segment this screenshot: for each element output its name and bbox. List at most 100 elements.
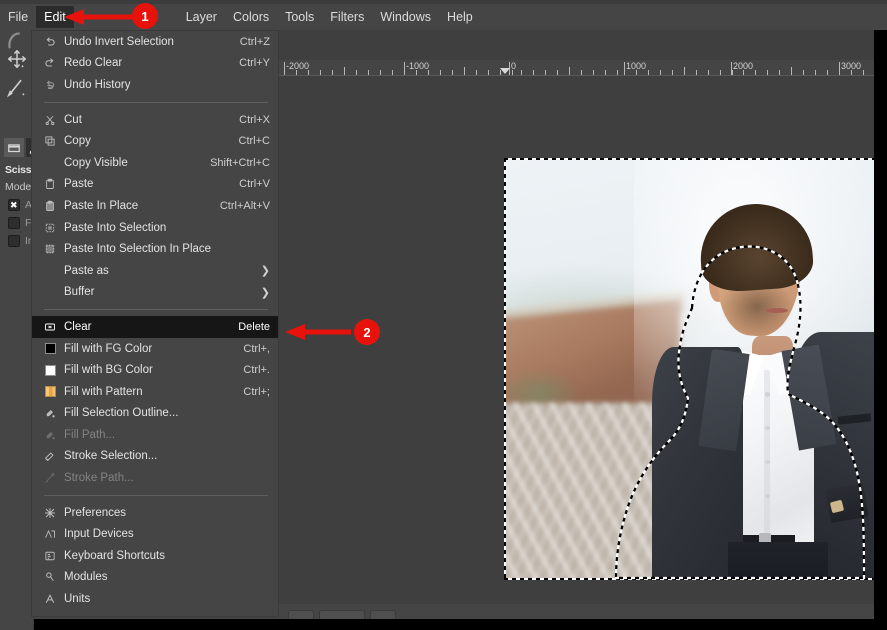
ruler-tick-major	[404, 62, 405, 75]
move-tool-icon[interactable]	[6, 48, 28, 70]
menu-item-paste-into-selection-in-place[interactable]: Paste Into Selection In Place	[32, 238, 278, 260]
menu-item-stroke-selection[interactable]: Stroke Selection...	[32, 446, 278, 468]
ruler-label: -2000	[286, 61, 310, 71]
units-icon	[40, 593, 60, 605]
toolbox: Sciss Mode A Fe In	[0, 30, 46, 630]
paste-icon	[40, 178, 60, 190]
ruler-tick-minor	[581, 70, 582, 75]
ruler-tick-minor	[392, 70, 393, 75]
paintbrush-tool-icon[interactable]	[6, 76, 28, 98]
stroke-path-icon	[40, 472, 60, 484]
menu-item-clear[interactable]: Clear Delete	[32, 316, 278, 338]
menu-item-copy-visible[interactable]: Copy Visible Shift+Ctrl+C	[32, 152, 278, 174]
menu-item-buffer[interactable]: Buffer ❯	[32, 282, 278, 304]
ruler-tick-minor	[356, 70, 357, 75]
scissors-icon	[40, 114, 60, 126]
rectangle-select-icon[interactable]	[4, 138, 24, 157]
paste-into-selection-icon	[40, 222, 60, 234]
ruler-tick-minor	[332, 70, 333, 75]
menu-item-input-devices[interactable]: Input Devices	[32, 523, 278, 545]
tool-option-feather-edges[interactable]: Fe	[0, 211, 34, 229]
checkbox-icon[interactable]	[8, 217, 20, 229]
stroke-selection-icon	[40, 450, 60, 462]
menu-item-label: Cut	[64, 113, 82, 126]
menu-item-cut[interactable]: Cut Ctrl+X	[32, 109, 278, 131]
ruler-tick-minor	[636, 70, 637, 75]
menu-item-fill-with-pattern[interactable]: Fill with Pattern Ctrl+;	[32, 381, 278, 403]
ruler-tick-major	[284, 62, 285, 75]
menubar-item-file[interactable]: File	[0, 6, 36, 28]
menu-separator	[44, 309, 268, 311]
menu-item-paste[interactable]: Paste Ctrl+V	[32, 174, 278, 196]
ruler-label: 0	[511, 61, 517, 71]
menubar-item-help[interactable]: Help	[439, 6, 481, 28]
menubar-item-tools[interactable]: Tools	[277, 6, 322, 28]
copy-icon	[40, 135, 60, 147]
menu-item-paste-into-selection[interactable]: Paste Into Selection	[32, 217, 278, 239]
ruler-tick-minor	[779, 70, 780, 75]
menu-item-undo-history[interactable]: Undo History	[32, 74, 278, 96]
menu-item-label: Fill Path...	[64, 428, 116, 441]
menu-item-accel: Shift+Ctrl+C	[210, 156, 270, 169]
bottom-edge-black-strip	[0, 619, 887, 630]
menu-item-modules[interactable]: Modules	[32, 567, 278, 589]
ruler-tick-minor	[672, 70, 673, 75]
ruler-tick-minor	[605, 70, 606, 75]
ruler-tick-minor	[593, 70, 594, 75]
menubar-item-windows[interactable]: Windows	[372, 6, 439, 28]
menu-item-paste-in-place[interactable]: Paste In Place Ctrl+Alt+V	[32, 195, 278, 217]
ruler-tick-minor	[791, 67, 792, 75]
menu-item-keyboard-shortcuts[interactable]: Keyboard Shortcuts	[32, 545, 278, 567]
keyboard-shortcuts-icon	[40, 550, 60, 562]
menu-item-accel: Ctrl+Alt+V	[219, 199, 270, 212]
paste-into-selection-in-place-icon	[40, 243, 60, 255]
pattern-swatch-icon	[40, 386, 60, 398]
ruler-tick-minor	[696, 70, 697, 75]
ruler-tick-minor	[368, 70, 369, 75]
menu-item-accel: Ctrl+,	[243, 342, 270, 355]
ruler-tick-minor	[344, 67, 345, 75]
menu-item-undo-invert-selection[interactable]: Undo Invert Selection Ctrl+Z	[32, 31, 278, 53]
fill-path-icon	[40, 429, 60, 441]
input-devices-icon	[40, 528, 60, 540]
submenu-chevron-right-icon: ❯	[260, 286, 270, 299]
image-canvas[interactable]	[504, 158, 887, 580]
menu-item-accel: Ctrl+.	[243, 364, 270, 377]
horizontal-ruler[interactable]: -2000 -1000 0 1000 2000 3000	[276, 60, 887, 76]
ruler-tick-minor	[464, 67, 465, 75]
menu-item-fill-with-bg-color[interactable]: Fill with BG Color Ctrl+.	[32, 359, 278, 381]
submenu-chevron-right-icon: ❯	[260, 265, 270, 278]
menubar-item-colors[interactable]: Colors	[225, 6, 277, 28]
tool-option-antialiasing[interactable]: A	[0, 193, 34, 211]
ruler-tick-minor	[755, 70, 756, 75]
menu-item-label: Fill Selection Outline...	[64, 407, 179, 420]
tool-option-interactive-boundary[interactable]: In	[0, 229, 34, 247]
menu-item-label: Undo History	[64, 78, 131, 91]
annotation-badge-1: 1	[132, 3, 158, 29]
menu-item-fill-selection-outline[interactable]: Fill Selection Outline...	[32, 403, 278, 425]
menu-item-label: Modules	[64, 571, 108, 584]
menu-separator	[44, 494, 268, 496]
checkbox-checked-icon[interactable]	[8, 199, 20, 211]
menu-item-label: Paste Into Selection	[64, 221, 167, 234]
ruler-tick-minor	[476, 70, 477, 75]
ruler-tick-minor	[708, 70, 709, 75]
ruler-tick-minor	[521, 70, 522, 75]
ruler-tick-minor	[569, 67, 570, 75]
menu-item-preferences[interactable]: Preferences	[32, 502, 278, 524]
ruler-tick-minor	[308, 70, 309, 75]
ruler-tick-major	[624, 62, 625, 75]
checkbox-icon[interactable]	[8, 235, 20, 247]
menubar-item-filters[interactable]: Filters	[322, 6, 372, 28]
menu-item-label: Paste	[64, 178, 94, 191]
menu-item-paste-as[interactable]: Paste as ❯	[32, 260, 278, 282]
menu-item-redo-clear[interactable]: Redo Clear Ctrl+Y	[32, 53, 278, 75]
annotation-badge-2: 2	[354, 319, 380, 345]
ruler-tick-minor	[827, 70, 828, 75]
menu-item-copy[interactable]: Copy Ctrl+C	[32, 130, 278, 152]
menu-item-fill-with-fg-color[interactable]: Fill with FG Color Ctrl+,	[32, 338, 278, 360]
menu-item-accel: Delete	[238, 320, 270, 333]
menubar-item-layer[interactable]: Layer	[178, 6, 225, 28]
menu-item-units[interactable]: Units	[32, 588, 278, 610]
canvas-viewport[interactable]	[276, 76, 887, 630]
